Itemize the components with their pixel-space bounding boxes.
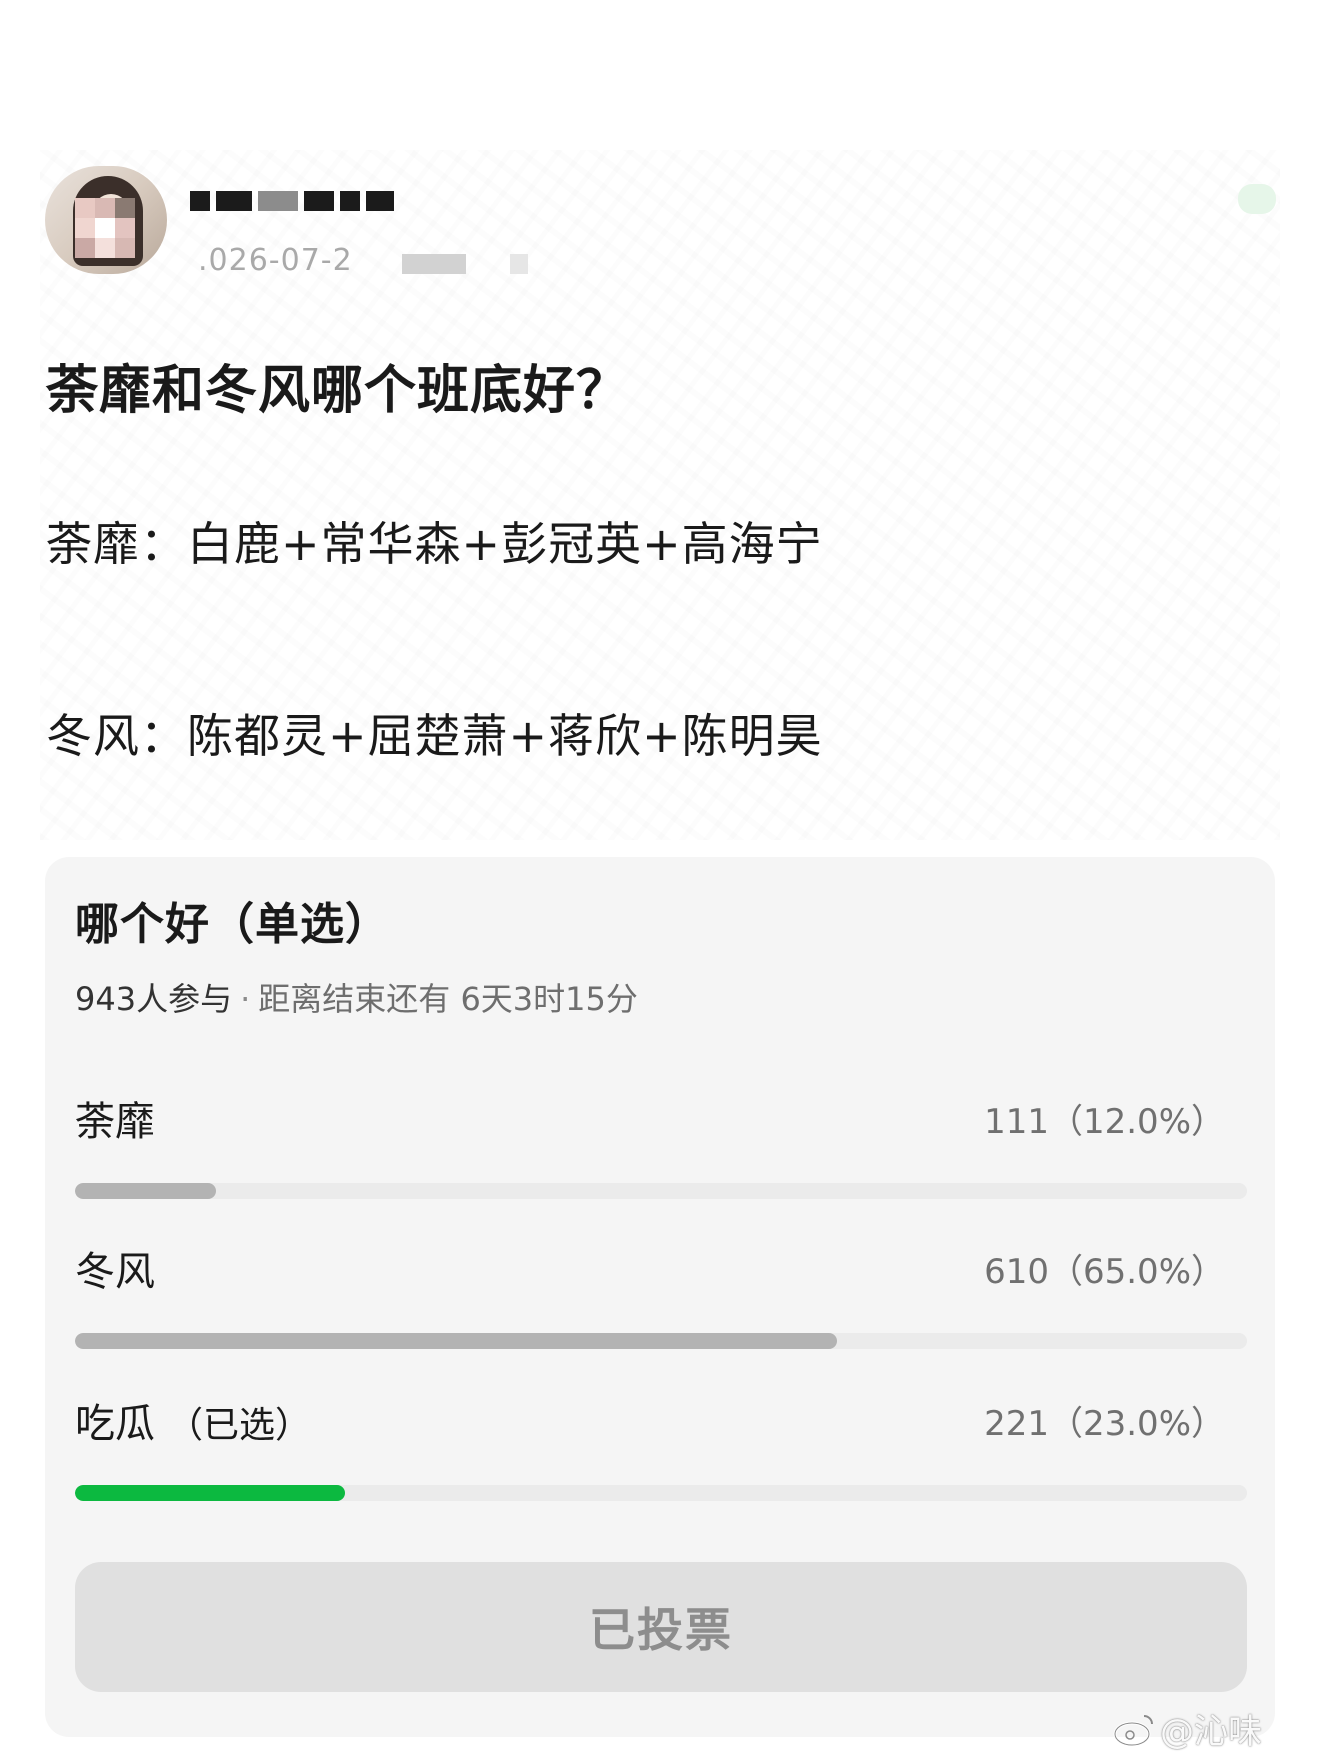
poll-option-bar-track bbox=[75, 1183, 1247, 1199]
weibo-icon bbox=[1113, 1715, 1153, 1747]
poll-card: 哪个好（单选） 943人参与 · 距离结束还有 6天3时15分 荼靡 111（12.… bbox=[45, 857, 1275, 1737]
poll-option-label: 吃瓜 （已选） bbox=[75, 1401, 312, 1447]
poll-option-bar-fill bbox=[75, 1183, 216, 1199]
poll-option-count: 610（65.0%） bbox=[984, 1252, 1225, 1292]
poll-option-label: 荼靡 bbox=[75, 1099, 155, 1145]
poll-option-count: 221（23.0%） bbox=[984, 1404, 1225, 1444]
post-date: .026-07-2 bbox=[198, 243, 353, 278]
poll-deadline: 距离结束还有 6天3时15分 bbox=[258, 980, 638, 1018]
post-line-2: 冬风：陈都灵+屈楚萧+蒋欣+陈明昊 bbox=[46, 709, 823, 763]
watermark: @沁味 bbox=[1160, 1712, 1262, 1752]
selected-tag: （已选） bbox=[167, 1405, 312, 1446]
poll-option-label: 冬风 bbox=[75, 1249, 155, 1295]
poll-option-bar-track bbox=[75, 1485, 1247, 1501]
poll-participants: 943人参与 bbox=[75, 980, 233, 1018]
voted-button[interactable]: 已投票 bbox=[75, 1562, 1247, 1692]
poll-option-bar-fill bbox=[75, 1333, 837, 1349]
username-redacted[interactable] bbox=[190, 190, 402, 212]
post-title: 荼靡和冬风哪个班底好？ bbox=[46, 361, 630, 421]
poll-summary: 943人参与 · 距离结束还有 6天3时15分 bbox=[75, 977, 638, 1021]
poll-option-bar-track bbox=[75, 1333, 1247, 1349]
verified-corner-icon bbox=[1238, 184, 1276, 214]
avatar[interactable] bbox=[45, 166, 167, 274]
poll-option-2[interactable]: 冬风 610（65.0%） bbox=[75, 1245, 1247, 1355]
poll-option-count: 111（12.0%） bbox=[984, 1102, 1225, 1142]
poll-option-bar-fill bbox=[75, 1485, 345, 1501]
post-meta-redacted bbox=[402, 254, 466, 274]
avatar-mosaic bbox=[75, 198, 135, 258]
poll-option-3[interactable]: 吃瓜 （已选） 221（23.0%） bbox=[75, 1397, 1247, 1507]
poll-title: 哪个好（单选） bbox=[75, 899, 390, 950]
post-meta-redacted-2 bbox=[510, 254, 528, 274]
post-line-1: 荼靡：白鹿+常华森+彭冠英+高海宁 bbox=[46, 517, 823, 571]
poll-option-1[interactable]: 荼靡 111（12.0%） bbox=[75, 1095, 1247, 1205]
separator-dot: · bbox=[240, 980, 251, 1018]
